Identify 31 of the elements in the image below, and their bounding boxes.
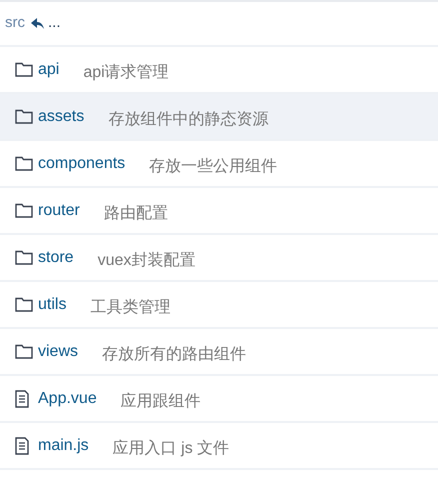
folder-icon — [15, 250, 33, 265]
breadcrumb-link[interactable]: src — [5, 12, 25, 35]
folder-icon — [15, 109, 33, 124]
entry-name[interactable]: utils — [38, 292, 66, 316]
folder-icon — [15, 156, 33, 171]
entry-name[interactable]: api — [38, 58, 60, 82]
entry-comment: api请求管理 — [83, 62, 169, 82]
entry-name[interactable]: views — [38, 340, 78, 364]
folder-icon — [15, 203, 33, 218]
document-icon — [15, 436, 29, 454]
entry-name[interactable]: components — [38, 152, 126, 176]
entry-comment: vuex封装配置 — [98, 250, 196, 270]
entry-comment: 存放一些公用组件 — [149, 156, 278, 176]
document-icon — [15, 390, 29, 408]
entry-comment: 应用入口 js 文件 — [112, 438, 230, 458]
entry-name[interactable]: assets — [38, 104, 84, 128]
entry-name[interactable]: main.js — [38, 434, 89, 458]
entry-name[interactable]: App.vue — [38, 386, 97, 410]
folder-icon — [15, 62, 33, 77]
entry-comment: 路由配置 — [104, 204, 168, 224]
entry-comment: 存放所有的路由组件 — [102, 344, 246, 364]
entry-comment: 存放组件中的静态资源 — [108, 110, 268, 130]
entry-name[interactable]: store — [38, 246, 74, 270]
folder-icon — [15, 344, 33, 359]
ellipsis: ... — [48, 13, 61, 34]
folder-icon — [15, 297, 33, 312]
entry-comment: 工具类管理 — [90, 298, 170, 318]
entry-name[interactable]: router — [38, 198, 80, 222]
entry-comment: 应用跟组件 — [120, 392, 201, 412]
file-row[interactable]: assets 存放组件中的静态资源 — [0, 94, 438, 141]
back-arrow-icon[interactable] — [31, 18, 45, 30]
